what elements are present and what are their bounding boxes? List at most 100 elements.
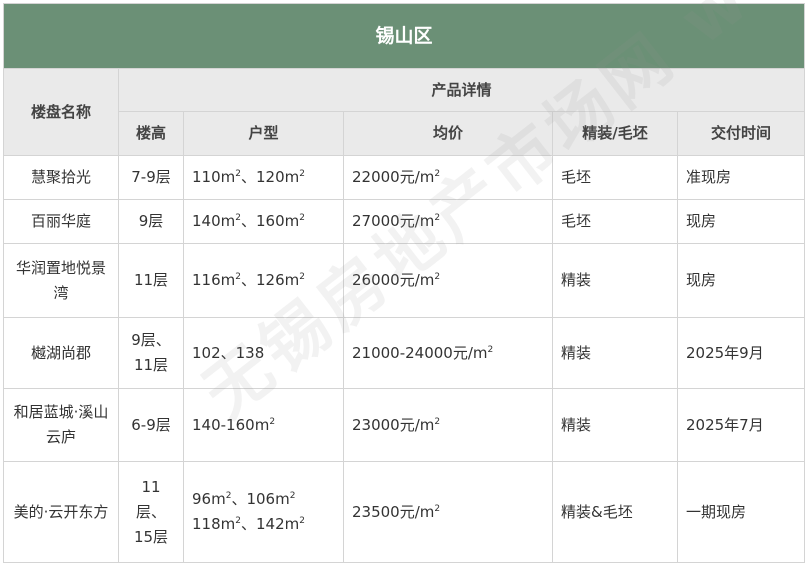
price-unit: 元/m — [452, 343, 488, 362]
unit-symbol: m — [211, 490, 226, 508]
average-price: 21000-24000元/m2 — [343, 317, 553, 389]
delivery-time: 2025年9月 — [676, 317, 806, 389]
floor-height-line: 6-9层 — [131, 415, 171, 434]
finish-status: 精装 — [552, 317, 678, 389]
project-name-line: 和居蓝城·溪山 — [13, 403, 109, 421]
finish-status: 毛坯 — [552, 199, 678, 244]
unit-superscript: 2 — [434, 416, 441, 427]
floor-height-line: 11 — [141, 477, 161, 496]
unit-type: 140-160m2 — [183, 388, 344, 462]
delivery-time: 现房 — [676, 199, 806, 244]
project-name-line: 华润置地悦景 — [15, 258, 106, 277]
table-row: 慧聚拾光 7-9层 110m2、120m2 22000元/m2 毛坯 准现房 — [3, 155, 806, 200]
price-value: 26000 — [352, 271, 400, 289]
unit-type: 96m2、106m2 118m2、142m2 — [183, 461, 344, 563]
unit-area: 96 — [192, 490, 212, 508]
average-price: 23500元/m2 — [343, 461, 553, 563]
price-value: 22000 — [352, 168, 400, 186]
unit-symbol: m — [284, 515, 300, 533]
unit-symbol: m — [220, 271, 236, 289]
delivery-time: 现房 — [676, 243, 806, 318]
floor-height-line: 11层 — [133, 356, 169, 374]
delivery-time: 准现房 — [676, 155, 806, 200]
floor-height: 9层 — [118, 199, 184, 244]
unit-superscript: 2 — [299, 516, 305, 526]
unit-superscript: 2 — [434, 169, 441, 179]
header-unit: 户型 — [183, 111, 344, 156]
project-name: 美的·云开东方 — [3, 461, 119, 563]
delivery-time: 一期现房 — [676, 461, 806, 563]
price-value: 27000 — [352, 212, 400, 230]
floor-height: 7-9层 — [118, 155, 184, 200]
table-title: 锡山区 — [2, 3, 806, 69]
unit-area: 110 — [192, 168, 221, 186]
table-row: 百丽华庭 9层 140m2、160m2 27000元/m2 毛坯 现房 — [3, 199, 806, 244]
header-floors: 楼高 — [118, 111, 184, 156]
header-finish: 精装/毛坯 — [552, 111, 678, 156]
project-name: 樾湖尚郡 — [3, 317, 119, 389]
unit-superscript: 2 — [434, 503, 441, 514]
price-value: 23000 — [352, 415, 400, 434]
unit-type: 140m2、160m2 — [183, 199, 344, 244]
finish-status: 精装&毛坯 — [552, 461, 678, 563]
project-name-line: 云庐 — [45, 428, 76, 446]
average-price: 26000元/m2 — [343, 243, 553, 318]
unit-symbol: m — [275, 490, 290, 508]
unit-superscript: 2 — [269, 416, 276, 427]
table-row: 和居蓝城·溪山 云庐 6-9层 140-160m2 23000元/m2 精装 2025年7月 — [3, 388, 806, 462]
price-unit: 元/m — [399, 271, 435, 289]
floor-height-line: 11层 — [133, 271, 169, 289]
floor-height: 6-9层 — [118, 388, 184, 462]
unit-superscript: 2 — [434, 272, 441, 282]
unit-area: 、106 — [231, 490, 276, 508]
unit-superscript: 2 — [434, 213, 441, 223]
floor-height: 9层、 11层 — [118, 317, 184, 389]
floor-height: 11 层、 15层 — [118, 461, 184, 563]
unit-superscript: 2 — [299, 213, 305, 223]
unit-symbol: m — [220, 515, 236, 533]
price-unit: 元/m — [399, 168, 435, 186]
price-unit: 元/m — [399, 212, 435, 230]
project-name: 慧聚拾光 — [3, 155, 119, 200]
unit-symbol: m — [220, 212, 236, 230]
unit-area: 、142 — [241, 515, 285, 533]
unit-type: 102、138 — [183, 317, 344, 389]
unit-area: 140-160 — [192, 415, 255, 434]
header-delivery: 交付时间 — [676, 111, 806, 156]
project-name: 百丽华庭 — [3, 199, 119, 244]
project-name-line: 慧聚拾光 — [30, 168, 91, 186]
unit-area: 、160 — [241, 212, 285, 230]
finish-status: 毛坯 — [552, 155, 678, 200]
floor-height-line: 7-9层 — [131, 168, 171, 186]
project-name-line: 美的·云开东方 — [13, 502, 109, 521]
unit-superscript: 2 — [299, 272, 305, 282]
price-value: 23500 — [352, 502, 400, 521]
floor-height-line: 9层 — [138, 212, 164, 230]
floor-height: 11层 — [118, 243, 184, 318]
unit-area: 116 — [192, 271, 221, 289]
header-name: 楼盘名称 — [3, 68, 119, 156]
project-name-line: 樾湖尚郡 — [30, 343, 91, 362]
average-price: 22000元/m2 — [343, 155, 553, 200]
price-unit: 元/m — [399, 502, 435, 521]
project-name-line: 湾 — [53, 283, 69, 302]
table-row: 华润置地悦景湾 11层 116m2、126m2 26000元/m2 精装 现房 — [3, 243, 806, 318]
unit-symbol: m — [284, 271, 300, 289]
unit-superscript: 2 — [487, 344, 494, 355]
header-details: 产品详情 — [117, 68, 806, 112]
unit-area: 、126 — [241, 271, 285, 289]
table-row: 樾湖尚郡 9层、 11层 102、138 21000-24000元/m2 精装 2025年9… — [3, 317, 806, 389]
unit-symbol: m — [284, 168, 300, 186]
unit-area: 102、138 — [192, 343, 265, 362]
project-name: 华润置地悦景湾 — [3, 243, 119, 318]
floor-height-line: 15层 — [133, 527, 169, 546]
finish-status: 精装 — [552, 388, 678, 462]
price-value: 21000-24000 — [352, 343, 453, 362]
project-name: 和居蓝城·溪山 云庐 — [3, 388, 119, 462]
unit-superscript: 2 — [289, 491, 296, 501]
average-price: 27000元/m2 — [343, 199, 553, 244]
unit-symbol: m — [220, 168, 236, 186]
unit-area: 118 — [192, 515, 221, 533]
price-unit: 元/m — [399, 415, 435, 434]
unit-type: 110m2、120m2 — [183, 155, 344, 200]
